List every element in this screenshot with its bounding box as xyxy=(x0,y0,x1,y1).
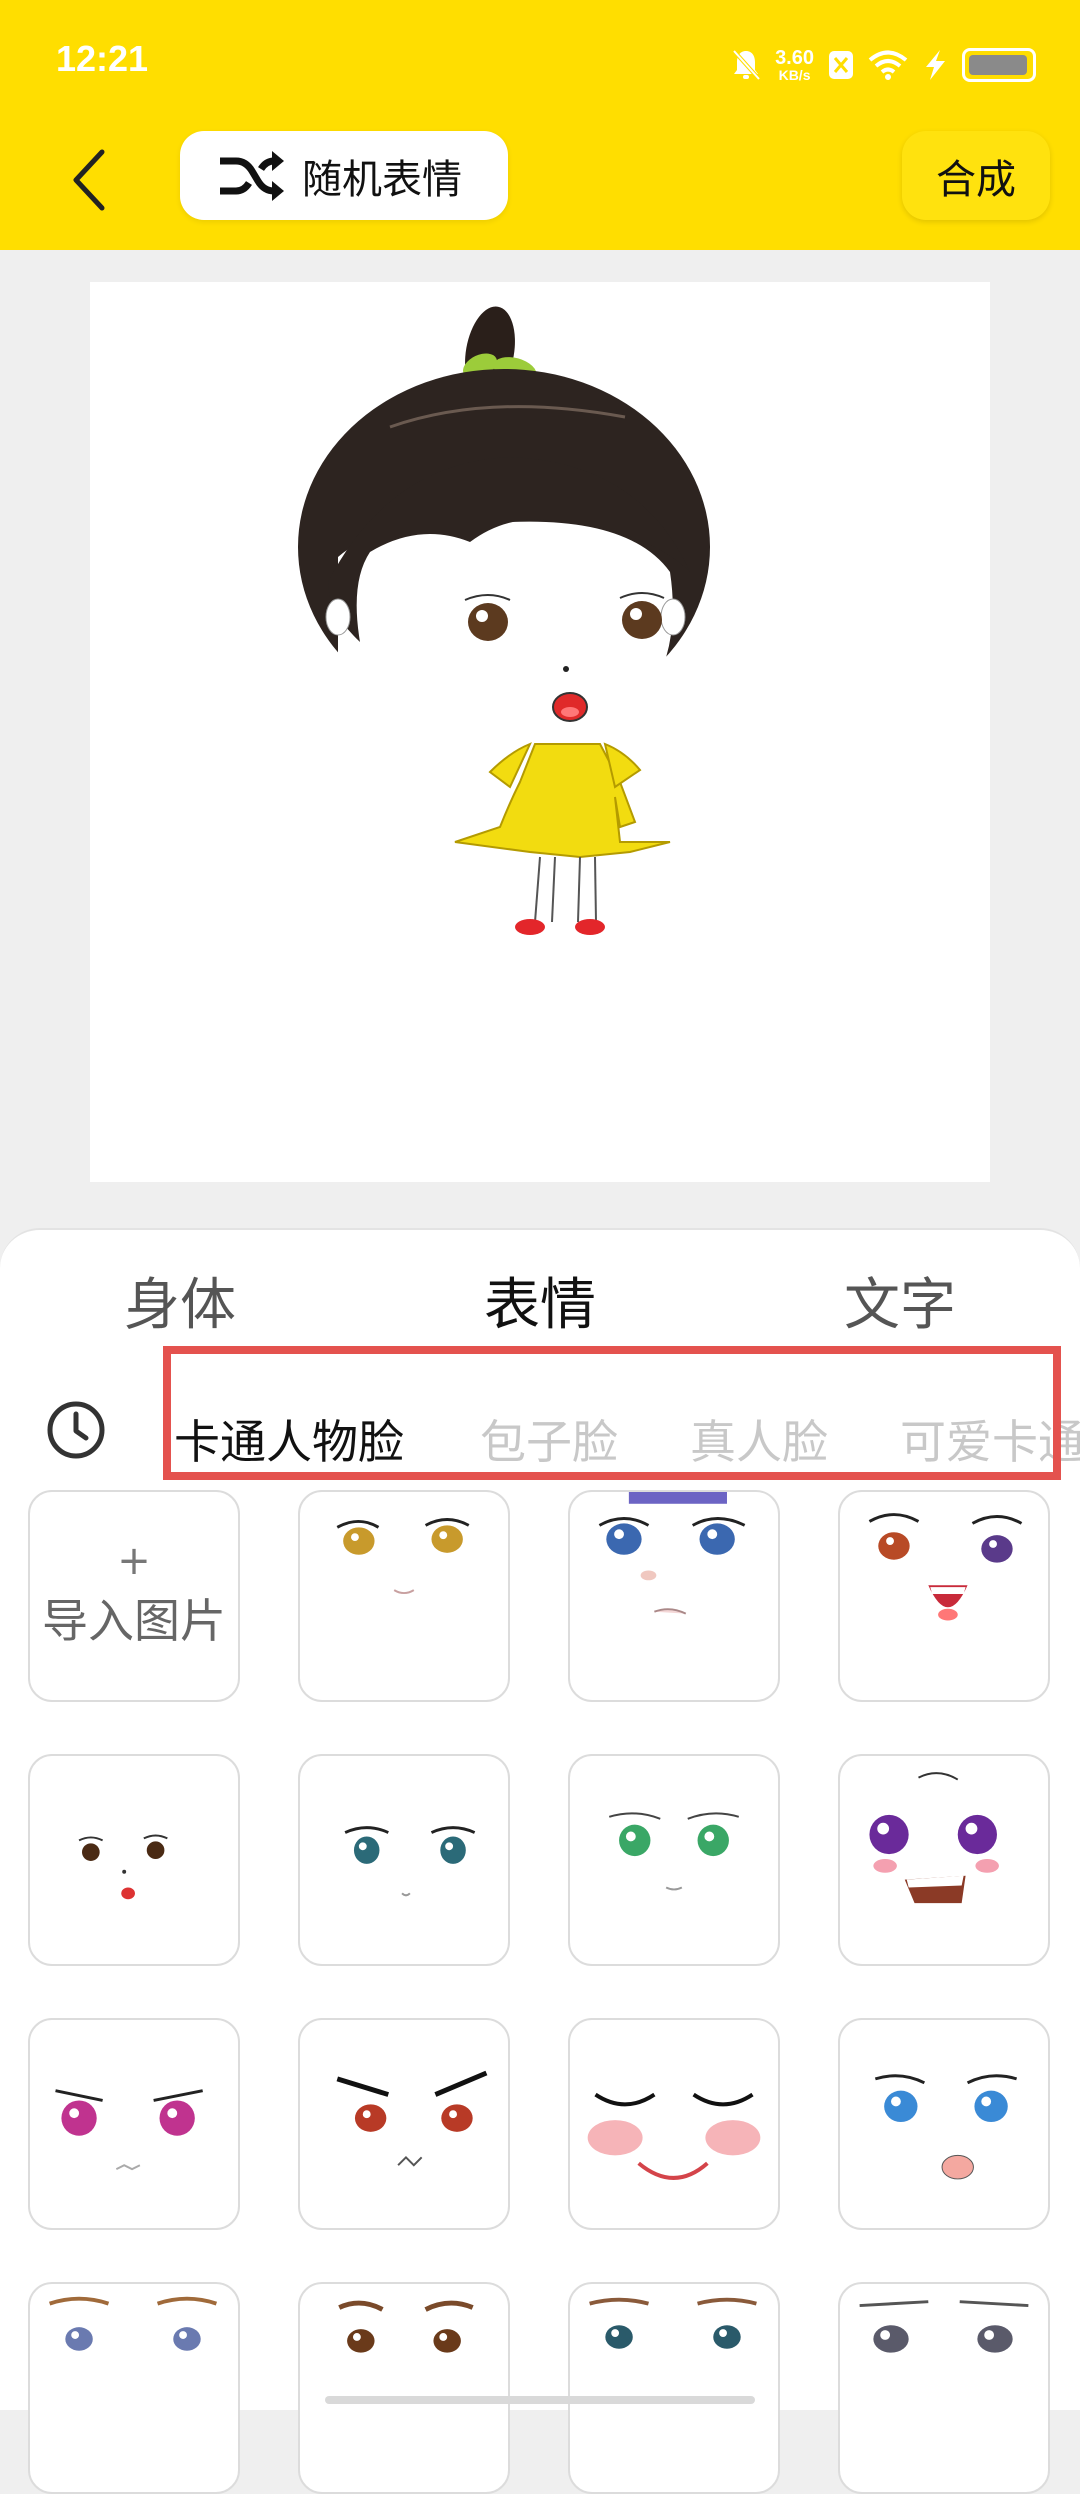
vpn-icon xyxy=(828,50,854,80)
home-indicator[interactable] xyxy=(325,2396,755,2404)
face-item[interactable] xyxy=(838,1754,1050,1966)
tab-expression[interactable]: 表情 xyxy=(484,1260,596,1341)
face-item[interactable] xyxy=(838,2018,1050,2230)
face-laughing xyxy=(840,1492,1048,1700)
clock-icon[interactable] xyxy=(46,1400,106,1460)
face-red-eyes-angry xyxy=(300,2020,508,2228)
face-item[interactable] xyxy=(568,1490,780,1702)
face-item[interactable] xyxy=(28,1754,240,1966)
random-expression-label: 随机表情 xyxy=(302,147,462,205)
subtab-cartoon-face[interactable]: 卡通人物脸 xyxy=(174,1406,404,1472)
face-blue-eyes-brows xyxy=(30,2284,238,2492)
compose-button[interactable]: 合成 xyxy=(902,131,1050,220)
status-icons: 3.60 KB/s xyxy=(731,40,1036,90)
net-speed-value: 3.60 xyxy=(775,48,814,68)
face-item[interactable] xyxy=(28,2282,240,2494)
subtab-cute-cartoon[interactable]: 可爱卡通 xyxy=(900,1406,1080,1472)
app-header: 12:21 3.60 KB/s xyxy=(0,0,1080,250)
back-button[interactable] xyxy=(58,140,118,220)
sub-tabs: 卡通人物脸 包子脸 真人脸 可爱卡通 xyxy=(0,1362,1080,1482)
shuffle-icon xyxy=(216,148,286,204)
face-item[interactable] xyxy=(28,2018,240,2230)
plus-icon: + xyxy=(117,1541,151,1581)
status-time: 12:21 xyxy=(56,38,148,80)
net-speed-unit: KB/s xyxy=(779,68,811,82)
preview-canvas[interactable] xyxy=(90,282,990,1182)
face-closed-eyes-blush xyxy=(570,2020,778,2228)
face-green-eyes xyxy=(570,1756,778,1964)
tab-body[interactable]: 身体 xyxy=(124,1260,236,1341)
face-grey-eyes-brows xyxy=(840,2284,1048,2492)
face-item[interactable] xyxy=(568,2018,780,2230)
chevron-left-icon xyxy=(68,148,108,212)
face-amber-eyes xyxy=(300,1492,508,1700)
subtab-bun-face[interactable]: 包子脸 xyxy=(480,1406,618,1472)
random-expression-button[interactable]: 随机表情 xyxy=(180,131,508,220)
face-pink-eyes-angry xyxy=(30,2020,238,2228)
face-item[interactable] xyxy=(298,2018,510,2230)
face-item[interactable] xyxy=(298,2282,510,2494)
face-item[interactable] xyxy=(568,2282,780,2494)
mute-icon xyxy=(731,48,761,82)
face-teal-eyes xyxy=(300,1756,508,1964)
battery-icon xyxy=(962,48,1036,82)
face-purple-eyes-scared xyxy=(840,1756,1048,1964)
import-image-label: 导入图片 xyxy=(42,1585,226,1651)
wifi-icon xyxy=(868,49,908,81)
face-blue-eyes-sad xyxy=(840,2020,1048,2228)
face-teal-eyes-brows xyxy=(570,2284,778,2492)
tab-text[interactable]: 文字 xyxy=(844,1260,956,1341)
face-blue-eyes-crying xyxy=(570,1492,778,1700)
import-image-button[interactable]: + 导入图片 xyxy=(28,1490,240,1702)
face-small-brown-eyes xyxy=(30,1756,238,1964)
cartoon-girl-figure xyxy=(90,282,990,1182)
face-item[interactable] xyxy=(298,1490,510,1702)
face-brown-eyes-brows xyxy=(300,2284,508,2492)
main-tabs: 身体 表情 文字 xyxy=(0,1260,1080,1360)
face-item[interactable] xyxy=(838,1490,1050,1702)
net-speed: 3.60 KB/s xyxy=(775,48,814,82)
face-item[interactable] xyxy=(298,1754,510,1966)
charging-icon xyxy=(922,49,948,81)
face-item[interactable] xyxy=(838,2282,1050,2494)
face-item[interactable] xyxy=(568,1754,780,1966)
subtab-real-face[interactable]: 真人脸 xyxy=(690,1406,828,1472)
